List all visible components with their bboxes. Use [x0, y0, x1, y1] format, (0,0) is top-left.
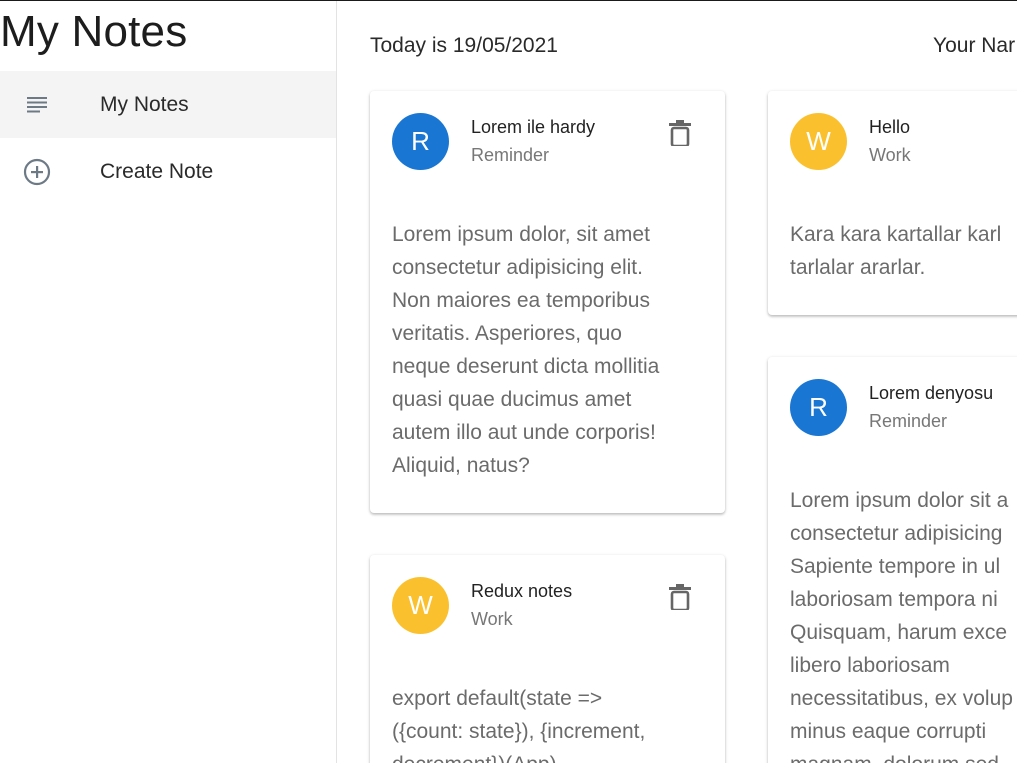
sidebar-item-label: My Notes: [100, 92, 189, 116]
note-body-line: export default(state =>: [392, 687, 603, 710]
note-title: Redux notes: [471, 581, 573, 601]
note-body-line: necessitatibus, ex volup: [790, 687, 1013, 710]
note-body-line: Lorem ipsum dolor, sit amet: [392, 223, 650, 246]
note-title: Lorem ile hardy: [471, 117, 596, 137]
note-body-line: Non maiores ea temporibus: [392, 289, 650, 312]
note-body-line: neque deserunt dicta mollitia: [392, 355, 660, 378]
note-category: Reminder: [471, 145, 550, 165]
note-body: Kara kara kartallar karl tarlalar ararla…: [790, 218, 1001, 284]
avatar: R: [790, 379, 847, 436]
note-card: R Lorem denyosu Reminder Lorem ipsum dol…: [768, 357, 1017, 763]
avatar: W: [790, 113, 847, 170]
note-body-line: Quisquam, harum exce: [790, 621, 1008, 644]
note-body-line: Kara kara kartallar karl: [790, 223, 1002, 246]
note-body-line: magnam, dolorum sed: [790, 748, 1013, 763]
note-body-line: autem illo aut unde corporis!: [392, 421, 656, 444]
note-card: R Lorem ile hardy Reminder Lorem ipsum d…: [370, 91, 725, 513]
note-category: Work: [471, 609, 513, 629]
delete-note-button[interactable]: [667, 119, 693, 151]
delete-note-button[interactable]: [667, 583, 693, 615]
avatar: R: [392, 113, 449, 170]
note-body-line: Lorem ipsum dolor sit a: [790, 489, 1009, 512]
note-body-line: consectetur adipisicing elit.: [392, 256, 643, 279]
note-body-line: ({count: state}), {increment,: [392, 720, 646, 743]
avatar: W: [392, 577, 449, 634]
note-card: W Redux notes Work export default(state …: [370, 555, 725, 763]
note-title: Hello: [869, 117, 911, 137]
sidebar: My Notes My Notes Create Note: [0, 1, 337, 763]
sidebar-item-label: Create Note: [100, 159, 214, 183]
note-body-line: tarlalar ararlar.: [790, 256, 926, 279]
note-title: Lorem denyosu: [869, 383, 994, 403]
note-category: Work: [869, 145, 911, 165]
app-title: My Notes: [0, 7, 188, 56]
note-body-line: Aliquid, natus?: [392, 454, 530, 477]
note-body: Lorem ipsum dolor sit a consectetur adip…: [790, 484, 1013, 763]
note-body: Lorem ipsum dolor, sit amet consectetur …: [392, 218, 659, 482]
today-date: Today is 19/05/2021: [370, 34, 558, 57]
user-name: Your Nar: [933, 34, 1016, 57]
note-body-line: minus eaque corrupti: [790, 720, 987, 743]
note-body-line: libero laboriosam: [790, 654, 950, 677]
note-body-line: decrement})(App): [392, 748, 645, 763]
note-body-line: veritatis. Asperiores, quo: [392, 322, 622, 345]
notes-list-icon: [23, 91, 51, 119]
trash-icon: [669, 119, 691, 151]
trash-icon: [669, 583, 691, 615]
note-card: W Hello Work Kara kara kartallar karl ta…: [768, 91, 1017, 315]
note-body: export default(state => ({count: state})…: [392, 682, 645, 763]
note-category: Reminder: [869, 411, 948, 431]
add-circle-icon: [23, 158, 51, 186]
note-body-line: consectetur adipisicing: [790, 522, 1003, 545]
note-body-line: laboriosam tempora ni: [790, 588, 998, 611]
main-content: Today is 19/05/2021 Your Nar R Lorem ile…: [338, 1, 1017, 763]
note-body-line: Sapiente tempore in ul: [790, 555, 1001, 578]
sidebar-item-create-note[interactable]: Create Note: [0, 138, 336, 205]
note-body-line: quasi quae ducimus amet: [392, 388, 632, 411]
sidebar-item-my-notes[interactable]: My Notes: [0, 71, 336, 138]
